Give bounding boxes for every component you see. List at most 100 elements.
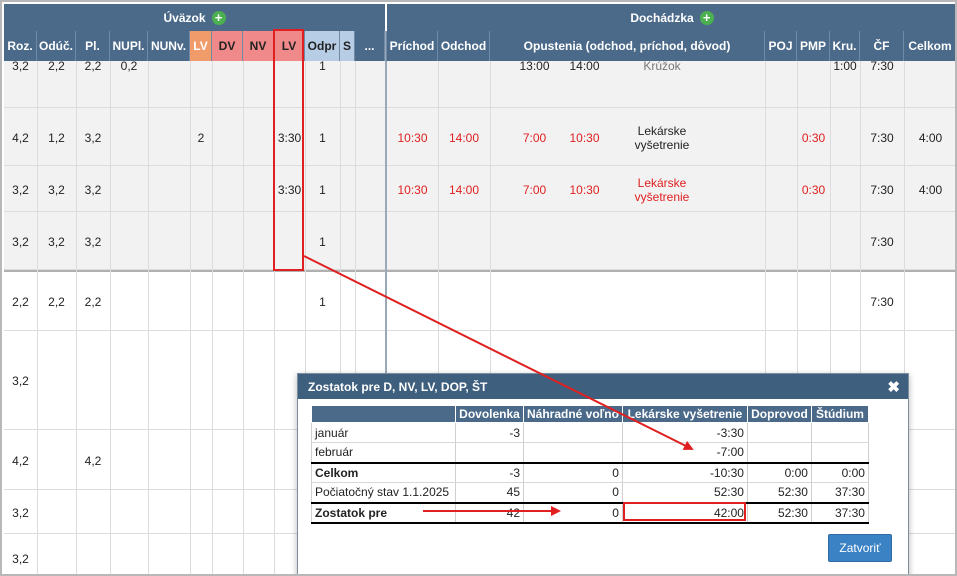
cell-roz: 3,2 <box>12 552 29 566</box>
cell-odchod: 14:00 <box>448 131 480 145</box>
cell-roz: 3,2 <box>12 374 29 388</box>
cell-odchod: 14:00 <box>448 183 480 197</box>
nahradne-volno-value: 0 <box>523 482 623 503</box>
nahradne-volno-value <box>523 442 623 463</box>
cell-roz: 4,2 <box>12 454 29 468</box>
col-lv-1[interactable]: LV <box>190 31 212 61</box>
col-kru[interactable]: Kru. <box>830 31 860 61</box>
col-pmp[interactable]: PMP <box>797 31 830 61</box>
col-s[interactable]: S <box>340 31 355 61</box>
row-label: január <box>311 422 456 443</box>
uvazok-label: Úväzok <box>163 10 206 25</box>
attendance-window: Úväzok + Dochádzka + Roz. Odúč. Pl. NUPl… <box>0 0 957 576</box>
cell-pl: 3,2 <box>84 183 102 197</box>
close-icon[interactable]: ✖ <box>887 378 900 396</box>
nahradne-volno-value <box>523 422 623 443</box>
studium-value <box>810 422 869 443</box>
studium-value <box>810 442 869 463</box>
cell-kru: 1:00 <box>833 59 857 73</box>
table-row[interactable] <box>4 212 955 270</box>
col-poj[interactable]: POJ <box>765 31 797 61</box>
col-dv[interactable]: DV <box>212 31 243 61</box>
col-opustenia[interactable]: Opustenia (odchod, príchod, dôvod) <box>490 31 765 61</box>
cell-odpr: 1 <box>319 295 326 309</box>
col-nunv[interactable]: NUNv. <box>148 31 190 61</box>
balance-col-label <box>311 405 456 423</box>
balance-row-zostatok: Zostatok pre 42 0 42:00 52:30 37:30 <box>311 501 869 524</box>
zostatok-lv-highlight <box>623 502 746 521</box>
dialog-title: Zostatok pre D, NV, LV, DOP, ŠT <box>298 374 908 399</box>
col-odchod[interactable]: Odchod <box>438 31 490 61</box>
balance-table: Dovolenka Náhradné voľno Lekárske vyšetr… <box>311 405 869 524</box>
add-dochadzka-plus-icon[interactable]: + <box>699 10 714 25</box>
cell-roz: 3,2 <box>12 183 29 197</box>
table-row[interactable] <box>4 272 955 331</box>
lekarske-value: 52:30 <box>621 482 748 503</box>
dovolenka-value: -3 <box>455 461 524 483</box>
cell-odpr: 1 <box>319 235 326 249</box>
balance-col-dovolenka: Dovolenka <box>455 405 524 423</box>
cell-pl: 3,2 <box>84 235 102 249</box>
dovolenka-value: -3 <box>455 422 524 443</box>
col-celkom[interactable]: Celkom <box>904 31 955 61</box>
cell-cf: 7:30 <box>870 295 894 309</box>
balance-col-nahradne-volno: Náhradné voľno <box>523 405 623 423</box>
close-button[interactable]: Zatvoriť <box>828 534 892 562</box>
dovolenka-value: 45 <box>455 482 524 503</box>
balance-row-februar: február -7:00 <box>311 442 869 463</box>
cell-op-dovod: Lekárske vyšetrenie <box>634 124 690 152</box>
col-more[interactable]: ... <box>355 31 385 61</box>
balance-row-celkom: Celkom -3 0 -10:30 0:00 0:00 <box>311 461 869 483</box>
cell-prichod: 10:30 <box>397 183 428 197</box>
studium-value: 37:30 <box>810 482 869 503</box>
group-header-dochadzka: Dochádzka + <box>387 4 955 31</box>
cell-nupl: 0,2 <box>120 59 138 73</box>
col-prichod[interactable]: Príchod <box>387 31 438 61</box>
cell-cf: 7:30 <box>870 235 894 249</box>
add-uvazok-plus-icon[interactable]: + <box>211 10 226 25</box>
row-label: Počiatočný stav 1.1.2025 <box>311 482 456 503</box>
cell-op-prichod: 10:30 <box>569 183 600 197</box>
cell-pl: 2,2 <box>84 59 102 73</box>
col-pl[interactable]: Pl. <box>76 31 110 61</box>
cell-roz: 4,2 <box>12 131 29 145</box>
col-roz[interactable]: Roz. <box>4 31 37 61</box>
dovolenka-value <box>455 442 524 463</box>
cell-pmp: 0:30 <box>801 183 826 197</box>
cell-pl: 2,2 <box>84 295 102 309</box>
cell-op-odchod: 7:00 <box>522 131 547 145</box>
cell-cf: 7:30 <box>870 131 894 145</box>
doprovod-value: 52:30 <box>746 482 812 503</box>
col-nupl[interactable]: NUPl. <box>110 31 148 61</box>
cell-op-prichod: 14:00 <box>569 59 600 73</box>
balance-col-studium: Štúdium <box>810 405 869 423</box>
cell-odpr: 1 <box>319 183 326 197</box>
cell-roz: 3,2 <box>12 506 29 520</box>
col-odpr[interactable]: Odpr <box>305 31 340 61</box>
cell-celkom: 4:00 <box>918 183 943 197</box>
nahradne-volno-value: 0 <box>523 501 623 524</box>
balance-dialog: Zostatok pre D, NV, LV, DOP, ŠT ✖ Dovole… <box>297 373 909 574</box>
col-nv[interactable]: NV <box>243 31 274 61</box>
cell-pl: 4,2 <box>84 454 102 468</box>
dochadzka-label: Dochádzka <box>630 10 694 25</box>
balance-row-pociatocny: Počiatočný stav 1.1.2025 45 0 52:30 52:3… <box>311 482 869 503</box>
group-header-uvazok: Úväzok + <box>4 4 385 31</box>
cell-cf: 7:30 <box>870 183 894 197</box>
cell-pl: 3,2 <box>84 131 102 145</box>
doprovod-value <box>746 422 812 443</box>
row-label: Zostatok pre <box>311 501 456 524</box>
doprovod-value: 0:00 <box>746 461 812 483</box>
cell-pmp: 0:30 <box>801 131 826 145</box>
cell-odpr: 1 <box>319 59 326 73</box>
cell-prichod: 10:30 <box>397 131 428 145</box>
nahradne-volno-value: 0 <box>523 461 623 483</box>
row-label: Celkom <box>311 461 456 483</box>
row-label: február <box>311 442 456 463</box>
doprovod-value <box>746 442 812 463</box>
cell-oduc: 3,2 <box>48 183 65 197</box>
balance-row-januar: január -3 -3:30 <box>311 422 869 443</box>
col-oduc[interactable]: Odúč. <box>37 31 76 61</box>
cell-oduc: 2,2 <box>48 295 65 309</box>
col-cf[interactable]: ČF <box>860 31 904 61</box>
